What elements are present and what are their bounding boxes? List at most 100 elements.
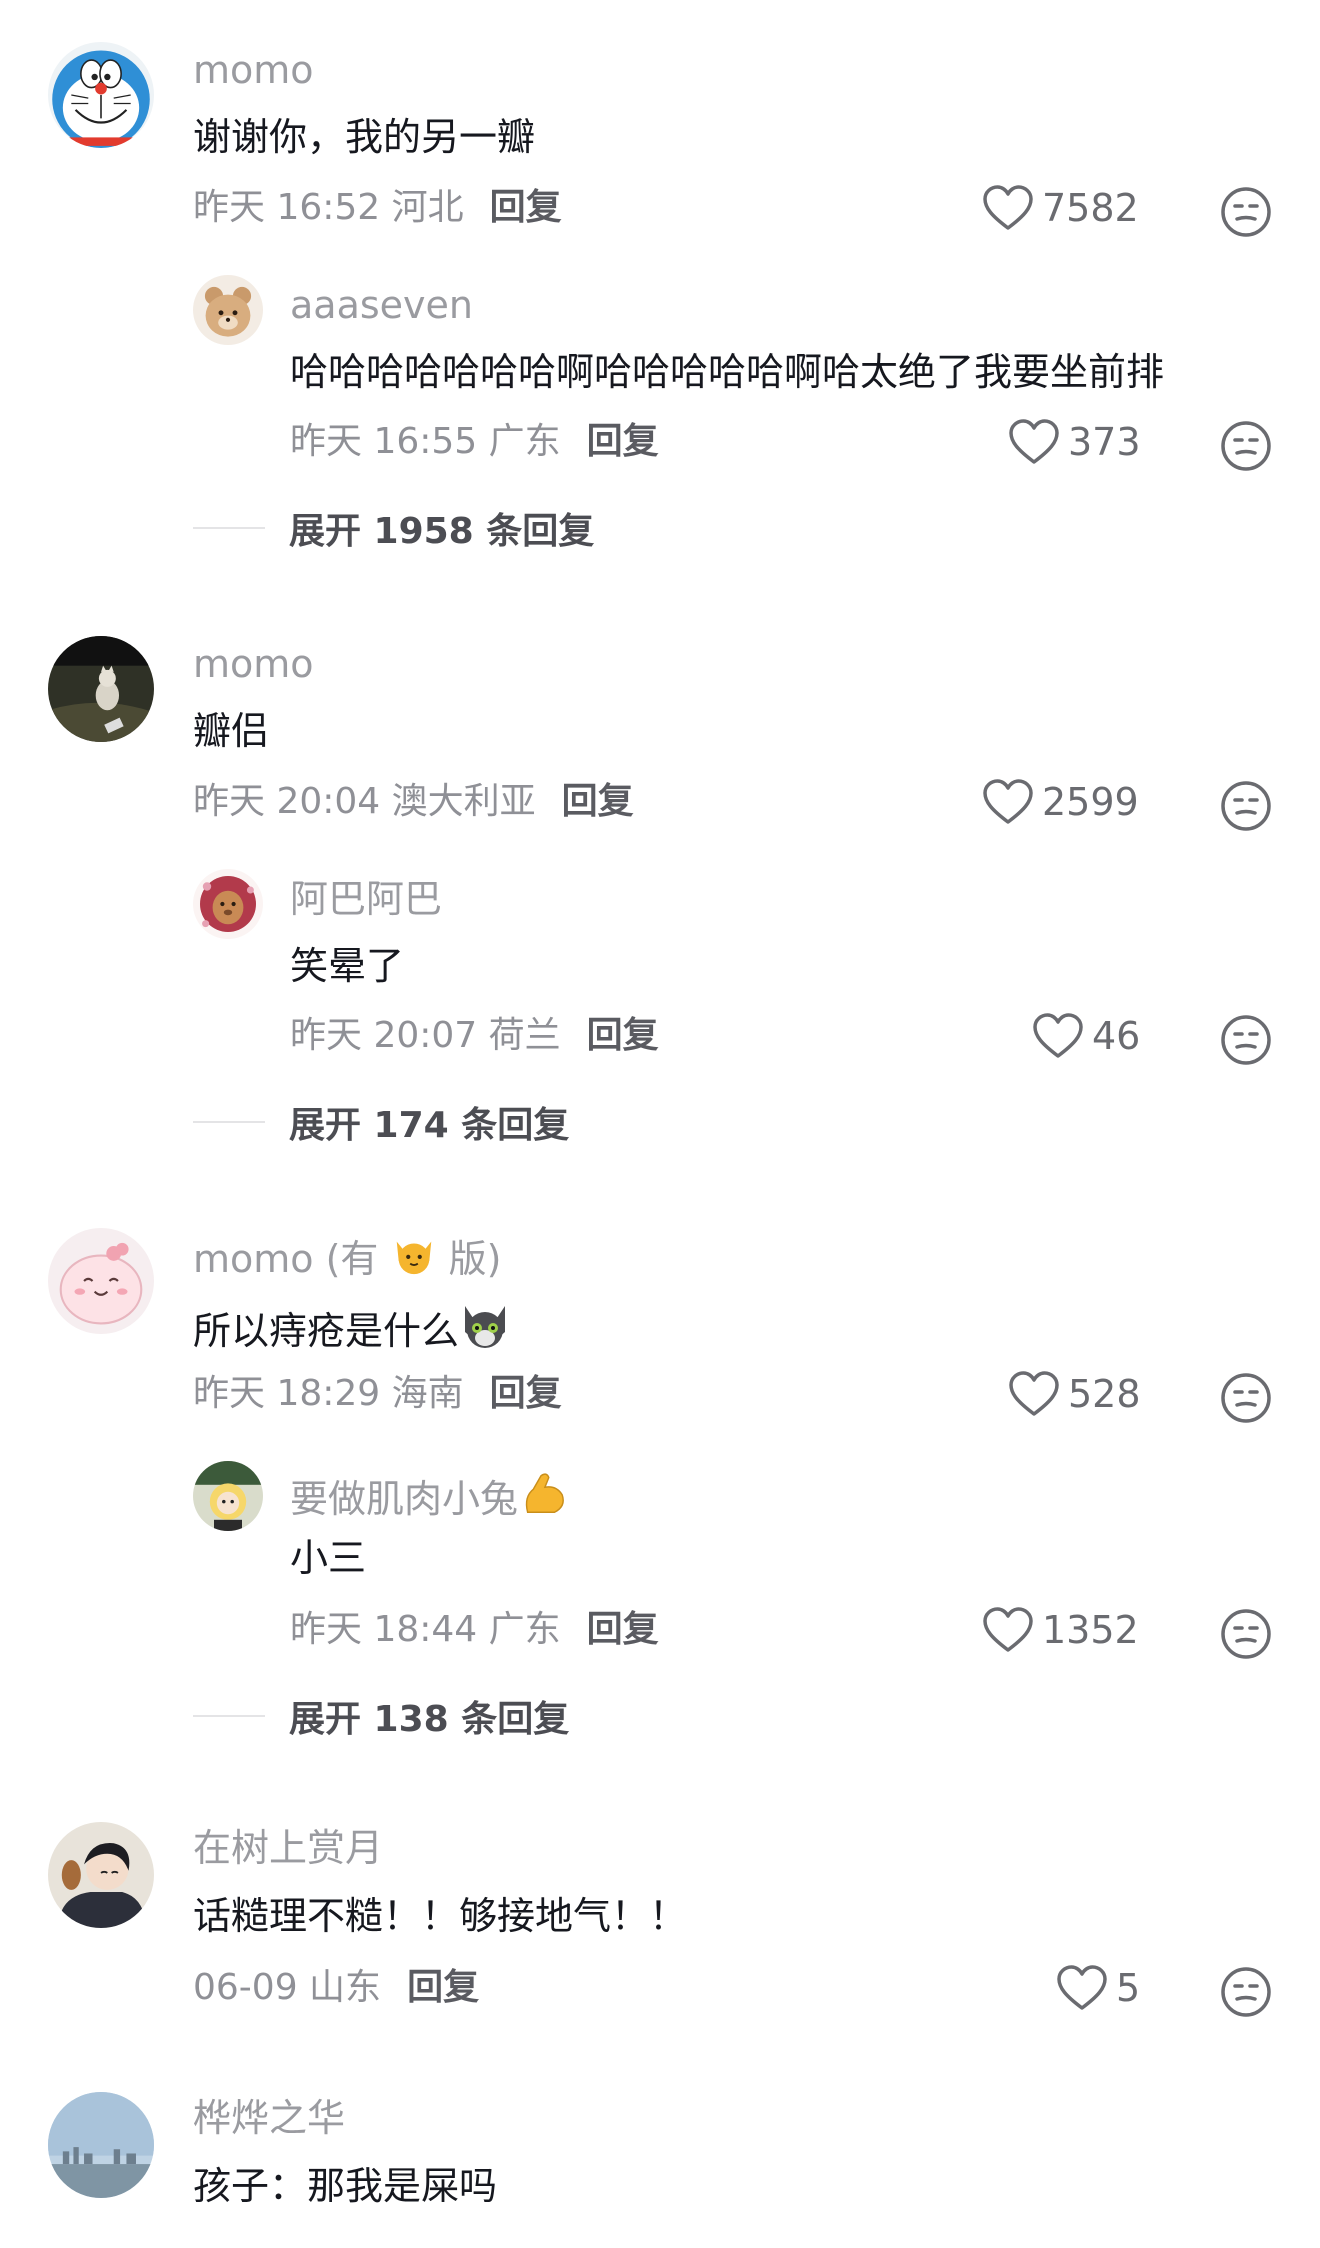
like-button[interactable]: 2599: [982, 778, 1139, 826]
expand-replies-label: 展开 138 条回复: [289, 1699, 570, 1740]
avatar[interactable]: [48, 2092, 154, 2198]
lion-avatar-icon: [193, 869, 263, 939]
neutral-face-icon: [1221, 421, 1271, 471]
skyline-avatar-icon: [48, 2092, 154, 2198]
comment-time-location: 昨天 20:07 荷兰: [290, 1015, 561, 1056]
dislike-button[interactable]: [1220, 1372, 1272, 1424]
neutral-face-icon: [1221, 781, 1271, 831]
expand-replies-label: 展开 1958 条回复: [289, 511, 595, 552]
expand-replies-button[interactable]: 展开 138 条回复: [193, 1690, 569, 1742]
plush-bear-avatar-icon: [193, 275, 263, 345]
heart-outline-icon: [983, 1607, 1033, 1652]
comment-text: 所以痔疮是什么: [193, 1298, 511, 1362]
divider: [193, 1121, 265, 1123]
comment-meta: 昨天 16:52 河北 回复: [193, 186, 562, 229]
comment-text: 孩子：那我是屎吗: [193, 2164, 498, 2208]
like-button[interactable]: 373: [1008, 418, 1141, 466]
username-text: 要做肌肉小兔: [290, 1477, 519, 1521]
flexed-biceps-emoji: [518, 1468, 568, 1529]
comment-meta: 昨天 20:04 澳大利亚 回复: [193, 780, 634, 823]
like-count: 46: [1092, 1014, 1141, 1058]
reply-button[interactable]: 回复: [587, 421, 659, 462]
reply-button[interactable]: 回复: [407, 1967, 479, 2008]
username[interactable]: aaaseven: [290, 283, 473, 329]
comment-time-location: 昨天 18:29 海南: [193, 1373, 464, 1414]
comment-text: 小三: [290, 1536, 367, 1580]
username[interactable]: 桦烨之华: [193, 2096, 345, 2142]
reply-button[interactable]: 回复: [587, 1609, 659, 1650]
comment-time-location: 昨天 18:44 广东: [290, 1609, 561, 1650]
reply-button[interactable]: 回复: [587, 1015, 659, 1056]
pink-blob-avatar-icon: [48, 1228, 154, 1334]
comment-text: 瓣侣: [193, 709, 270, 753]
expand-replies-label: 展开 174 条回复: [289, 1105, 570, 1146]
heart-outline-icon: [1009, 419, 1059, 464]
expand-replies-button[interactable]: 展开 1958 条回复: [193, 502, 594, 554]
like-count: 528: [1068, 1372, 1141, 1416]
divider: [193, 1715, 265, 1717]
like-button[interactable]: 46: [1032, 1012, 1140, 1060]
username[interactable]: 阿巴阿巴: [290, 877, 442, 923]
anime-boy-avatar-icon: [48, 1822, 154, 1928]
username[interactable]: momo: [193, 48, 314, 94]
username[interactable]: 在树上赏月: [193, 1826, 383, 1872]
like-count: 373: [1068, 420, 1141, 464]
comment-time-location: 昨天 20:04 澳大利亚: [193, 781, 536, 822]
comment-meta: 昨天 18:44 广东 回复: [290, 1608, 659, 1651]
avatar[interactable]: [48, 1228, 154, 1334]
cartoon-girl-avatar-icon: [193, 1461, 263, 1531]
avatar[interactable]: [48, 636, 154, 742]
comment-text-body: 所以痔疮是什么: [193, 1309, 460, 1353]
cat-face-emoji: [391, 1232, 437, 1289]
dislike-button[interactable]: [1220, 1966, 1272, 2018]
neutral-face-icon: [1221, 1967, 1271, 2017]
neutral-face-icon: [1221, 1373, 1271, 1423]
neutral-face-icon: [1221, 187, 1271, 237]
comment-time-location: 06-09 山东: [193, 1967, 382, 2008]
username-prefix: momo (有: [193, 1237, 379, 1281]
dislike-button[interactable]: [1220, 186, 1272, 238]
neutral-face-icon: [1221, 1609, 1271, 1659]
neutral-face-icon: [1221, 1015, 1271, 1065]
comment-meta: 昨天 20:07 荷兰 回复: [290, 1014, 659, 1057]
dislike-button[interactable]: [1220, 1608, 1272, 1660]
heart-outline-icon: [1033, 1013, 1083, 1058]
dislike-button[interactable]: [1220, 1014, 1272, 1066]
avatar[interactable]: [48, 42, 154, 148]
avatar[interactable]: [193, 275, 263, 345]
username[interactable]: momo (有 版): [193, 1232, 501, 1289]
expand-replies-button[interactable]: 展开 174 条回复: [193, 1096, 569, 1148]
comment-text: 话糙理不糙！！够接地气！！: [193, 1894, 688, 1938]
heart-outline-icon: [983, 779, 1033, 824]
comment-meta: 昨天 16:55 广东 回复: [290, 420, 659, 463]
reply-button[interactable]: 回复: [490, 1373, 562, 1414]
avatar[interactable]: [193, 869, 263, 939]
comment-text: 哈哈哈哈哈哈哈啊哈哈哈哈哈啊哈太绝了我要坐前排: [290, 350, 1165, 394]
like-count: 2599: [1042, 780, 1139, 824]
like-button[interactable]: 5: [1056, 1964, 1140, 2012]
cat-photo-avatar-icon: [48, 636, 154, 742]
username[interactable]: momo: [193, 642, 314, 688]
comment-meta: 06-09 山东 回复: [193, 1966, 479, 2009]
comment-time-location: 昨天 16:55 广东: [290, 421, 561, 462]
username[interactable]: 要做肌肉小兔: [290, 1468, 568, 1529]
avatar[interactable]: [193, 1461, 263, 1531]
username-suffix: 版): [448, 1237, 502, 1281]
reply-button[interactable]: 回复: [562, 781, 634, 822]
heart-outline-icon: [1009, 1371, 1059, 1416]
dislike-button[interactable]: [1220, 420, 1272, 472]
comment-meta: 昨天 18:29 海南 回复: [193, 1372, 562, 1415]
heart-outline-icon: [983, 185, 1033, 230]
comment-text: 谢谢你，我的另一瓣: [193, 115, 536, 159]
like-button[interactable]: 7582: [982, 184, 1139, 232]
like-count: 7582: [1042, 186, 1139, 230]
like-count: 5: [1116, 1966, 1141, 2010]
gray-cat-emoji: [459, 1298, 511, 1362]
divider: [193, 527, 265, 529]
avatar[interactable]: [48, 1822, 154, 1928]
heart-outline-icon: [1057, 1965, 1107, 2010]
reply-button[interactable]: 回复: [490, 187, 562, 228]
like-button[interactable]: 1352: [982, 1606, 1139, 1654]
dislike-button[interactable]: [1220, 780, 1272, 832]
like-button[interactable]: 528: [1008, 1370, 1141, 1418]
